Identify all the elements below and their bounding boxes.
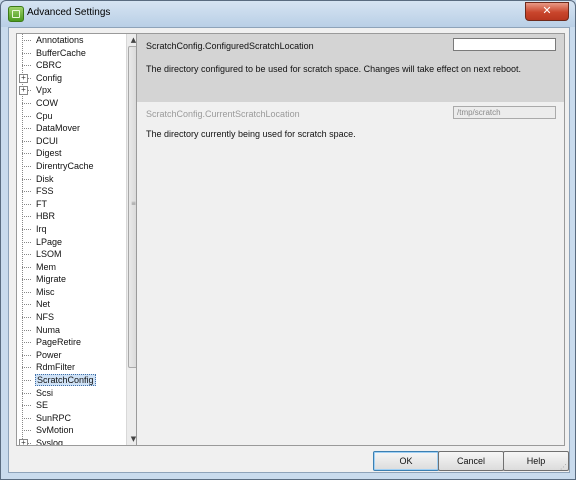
cancel-button[interactable]: Cancel — [438, 451, 504, 471]
setting-description: The directory currently being used for s… — [146, 129, 356, 139]
tree-item-label: LPage — [36, 236, 63, 247]
tree-item-net[interactable]: Net — [17, 298, 127, 311]
tree-item-label: DCUI — [36, 135, 58, 146]
setting-description: The directory configured to be used for … — [146, 64, 522, 74]
tree-item-digest[interactable]: Digest — [17, 147, 127, 160]
tree-item-cow[interactable]: COW — [17, 97, 127, 110]
tree-item-label: SE — [36, 400, 49, 411]
tree-item-se[interactable]: SE — [17, 399, 127, 412]
tree-item-numa[interactable]: Numa — [17, 324, 127, 337]
tree-item-mem[interactable]: Mem — [17, 261, 127, 274]
tree-item-annotations[interactable]: Annotations — [17, 34, 127, 47]
tree-item-cbrc[interactable]: CBRC — [17, 59, 127, 72]
tree-item-label: ScratchConfig — [35, 374, 96, 387]
tree-item-label: DataMover — [36, 123, 81, 134]
vsphere-app-icon — [8, 6, 24, 22]
tree-item-lpage[interactable]: LPage — [17, 236, 127, 249]
tree-item-label: Irq — [36, 223, 47, 234]
tree-item-vpx[interactable]: + Vpx — [17, 84, 127, 97]
tree-item-scsi[interactable]: Scsi — [17, 387, 127, 400]
tree-item-label: Numa — [36, 324, 61, 335]
tree-item-label: Power — [36, 349, 62, 360]
tree-item-label: FSS — [36, 186, 54, 197]
configured-scratch-location-input[interactable] — [453, 38, 556, 51]
tree-item-label: RdmFilter — [36, 362, 76, 373]
tree-item-pageretire[interactable]: PageRetire — [17, 336, 127, 349]
tree-item-direntrycache[interactable]: DirentryCache — [17, 160, 127, 173]
tree-item-label: Vpx — [36, 85, 52, 96]
tree-item-label: Syslog — [36, 438, 64, 446]
tree-item-lsom[interactable]: LSOM — [17, 248, 127, 261]
setting-current-scratch-location[interactable]: ScratchConfig.CurrentScratchLocation The… — [137, 102, 564, 142]
tree-item-irq[interactable]: Irq — [17, 223, 127, 236]
tree-item-fss[interactable]: FSS — [17, 185, 127, 198]
settings-tree: Annotations BufferCache CBRC + Config + Vpx COW… — [16, 33, 141, 446]
tree-item-power[interactable]: Power — [17, 349, 127, 362]
tree-item-hbr[interactable]: HBR — [17, 210, 127, 223]
expand-plus-icon[interactable]: + — [19, 73, 28, 83]
tree-item-misc[interactable]: Misc — [17, 286, 127, 299]
tree-item-label: DirentryCache — [36, 160, 94, 171]
tree-item-label: Migrate — [36, 274, 67, 285]
tree-item-scratchconfig[interactable]: ScratchConfig — [17, 374, 127, 387]
tree-item-label: Net — [36, 299, 51, 310]
close-button[interactable]: ✕ — [525, 2, 569, 21]
tree-item-syslog[interactable]: + Syslog — [17, 437, 127, 446]
tree-item-ft[interactable]: FT — [17, 198, 127, 211]
tree-item-cpu[interactable]: Cpu — [17, 110, 127, 123]
tree-item-label: SvMotion — [36, 425, 74, 436]
tree-item-label: LSOM — [36, 249, 62, 260]
tree-item-label: Digest — [36, 148, 62, 159]
tree-item-label: BufferCache — [36, 47, 86, 58]
tree-item-datamover[interactable]: DataMover — [17, 122, 127, 135]
tree-item-buffercache[interactable]: BufferCache — [17, 47, 127, 60]
current-scratch-location-input — [453, 106, 556, 119]
expand-plus-icon[interactable]: + — [19, 86, 28, 96]
tree-item-svmotion[interactable]: SvMotion — [17, 424, 127, 437]
tree-item-label: FT — [36, 198, 47, 209]
tree-item-nfs[interactable]: NFS — [17, 311, 127, 324]
expand-plus-icon[interactable]: + — [19, 439, 28, 445]
advanced-settings-window: Advanced Settings ✕ Annotations BufferCac… — [0, 0, 576, 480]
tree-item-sunrpc[interactable]: SunRPC — [17, 412, 127, 425]
tree-item-label: Scsi — [36, 387, 54, 398]
tree-item-label: COW — [36, 97, 58, 108]
tree-item-rdmfilter[interactable]: RdmFilter — [17, 361, 127, 374]
tree-item-label: HBR — [36, 211, 56, 222]
setting-name: ScratchConfig.CurrentScratchLocation — [146, 109, 300, 119]
tree-item-label: Misc — [36, 286, 55, 297]
tree-item-disk[interactable]: Disk — [17, 173, 127, 186]
tree-item-label: Cpu — [36, 110, 53, 121]
resize-grip-icon[interactable]: ⋰ — [560, 463, 567, 471]
title-bar[interactable]: Advanced Settings ✕ — [1, 1, 575, 26]
tree-item-dcui[interactable]: DCUI — [17, 135, 127, 148]
tree-item-label: CBRC — [36, 60, 62, 71]
tree-item-label: NFS — [36, 312, 54, 323]
setting-name: ScratchConfig.ConfiguredScratchLocation — [146, 41, 314, 51]
tree-item-label: Annotations — [36, 35, 84, 45]
settings-detail-pane: ScratchConfig.ConfiguredScratchLocation … — [136, 33, 565, 446]
dialog-body: Annotations BufferCache CBRC + Config + Vpx COW… — [8, 27, 570, 473]
tree-item-migrate[interactable]: Migrate — [17, 273, 127, 286]
tree-item-label: Mem — [36, 261, 56, 272]
tree-item-label: Disk — [36, 173, 54, 184]
tree-item-label: Config — [36, 72, 63, 83]
window-title: Advanced Settings — [27, 7, 111, 18]
tree-list: Annotations BufferCache CBRC + Config + Vpx COW… — [17, 34, 127, 446]
ok-button[interactable]: OK — [373, 451, 439, 471]
tree-item-label: PageRetire — [36, 337, 82, 348]
setting-configured-scratch-location[interactable]: ScratchConfig.ConfiguredScratchLocation … — [137, 34, 564, 102]
tree-item-config[interactable]: + Config — [17, 72, 127, 85]
tree-item-label: SunRPC — [36, 412, 72, 423]
